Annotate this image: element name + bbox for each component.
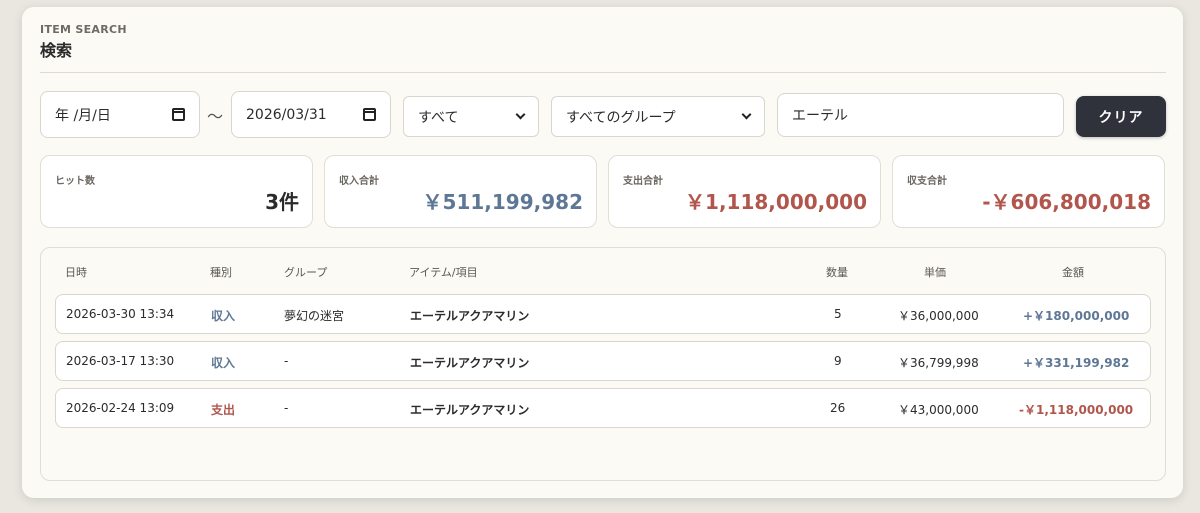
row-item: エーテルアクアマリン <box>410 356 530 370</box>
row-datetime: 2026-02-24 13:09 <box>66 401 175 415</box>
row-group: 夢幻の迷宮 <box>284 309 345 323</box>
row-group: - <box>284 354 289 368</box>
keyword-input[interactable]: エーテル <box>777 93 1064 137</box>
table-row[interactable]: 2026-03-17 13:30 収入 - エーテルアクアマリン 9 ￥36,7… <box>55 341 1151 381</box>
col-datetime: 日時 <box>65 266 87 279</box>
stat-hits-label: ヒット数 <box>55 176 95 187</box>
section-eyebrow: ITEM SEARCH <box>40 23 127 36</box>
row-item: エーテルアクアマリン <box>410 403 530 417</box>
row-datetime: 2026-03-30 13:34 <box>66 307 175 321</box>
stat-hits-value: 3件 <box>265 190 299 214</box>
search-panel: ITEM SEARCH 検索 年 /月/日 ～ 2026/03/31 すべて す… <box>22 7 1183 498</box>
row-qty: 5 <box>834 307 842 321</box>
row-unit-price: ￥36,000,000 <box>898 309 979 323</box>
row-type: 支出 <box>211 403 236 417</box>
date-to-input[interactable]: 2026/03/31 <box>231 91 391 138</box>
chevron-down-icon <box>515 109 526 120</box>
col-unit-price: 単価 <box>924 266 946 279</box>
col-type: 種別 <box>210 266 232 279</box>
clear-button[interactable]: クリア <box>1076 96 1166 137</box>
date-range-separator: ～ <box>207 107 224 126</box>
row-type: 収入 <box>211 356 236 370</box>
type-select[interactable]: すべて <box>403 96 539 137</box>
stat-balance-value: -￥606,800,018 <box>982 190 1151 214</box>
row-unit-price: ￥43,000,000 <box>898 403 979 417</box>
stat-income-value: ￥511,199,982 <box>422 190 583 214</box>
row-qty: 9 <box>834 354 842 368</box>
page-title: 検索 <box>40 41 73 60</box>
type-select-value: すべて <box>418 109 459 126</box>
keyword-value: エーテル <box>792 108 848 124</box>
col-amount: 金額 <box>1062 266 1084 279</box>
table-header: 日時 種別 グループ アイテム/項目 数量 単価 金額 <box>41 260 1165 280</box>
stat-income: 収入合計 ￥511,199,982 <box>324 155 597 228</box>
row-datetime: 2026-03-17 13:30 <box>66 354 175 368</box>
group-select[interactable]: すべてのグループ <box>551 96 765 137</box>
stat-balance-label: 収支合計 <box>907 176 947 187</box>
row-unit-price: ￥36,799,998 <box>898 356 979 370</box>
results-table: 日時 種別 グループ アイテム/項目 数量 単価 金額 2026-03-30 1… <box>40 247 1166 481</box>
row-amount: +￥331,199,982 <box>1023 356 1130 370</box>
date-from-value: 年 /月/日 <box>55 107 111 124</box>
col-item: アイテム/項目 <box>409 266 478 279</box>
date-to-value: 2026/03/31 <box>246 106 327 123</box>
stat-expense-value: ￥1,118,000,000 <box>685 190 867 214</box>
group-select-value: すべてのグループ <box>566 109 676 126</box>
col-qty: 数量 <box>826 266 848 279</box>
row-type: 収入 <box>211 309 236 323</box>
table-row[interactable]: 2026-02-24 13:09 支出 - エーテルアクアマリン 26 ￥43,… <box>55 388 1151 428</box>
col-group: グループ <box>284 266 328 279</box>
stat-expense: 支出合計 ￥1,118,000,000 <box>608 155 881 228</box>
stat-balance: 収支合計 -￥606,800,018 <box>892 155 1165 228</box>
stat-expense-label: 支出合計 <box>623 176 663 187</box>
row-qty: 26 <box>830 401 846 415</box>
row-group: - <box>284 401 289 415</box>
row-amount: -￥1,118,000,000 <box>1019 403 1134 417</box>
table-row[interactable]: 2026-03-30 13:34 収入 夢幻の迷宮 エーテルアクアマリン 5 ￥… <box>55 294 1151 334</box>
stat-income-label: 収入合計 <box>339 176 379 187</box>
calendar-icon[interactable] <box>363 108 376 121</box>
calendar-icon[interactable] <box>172 108 185 121</box>
row-item: エーテルアクアマリン <box>410 309 530 323</box>
date-from-input[interactable]: 年 /月/日 <box>40 91 200 138</box>
chevron-down-icon <box>741 109 752 120</box>
header-divider <box>40 72 1166 73</box>
row-amount: +￥180,000,000 <box>1023 309 1130 323</box>
stat-hits: ヒット数 3件 <box>40 155 313 228</box>
